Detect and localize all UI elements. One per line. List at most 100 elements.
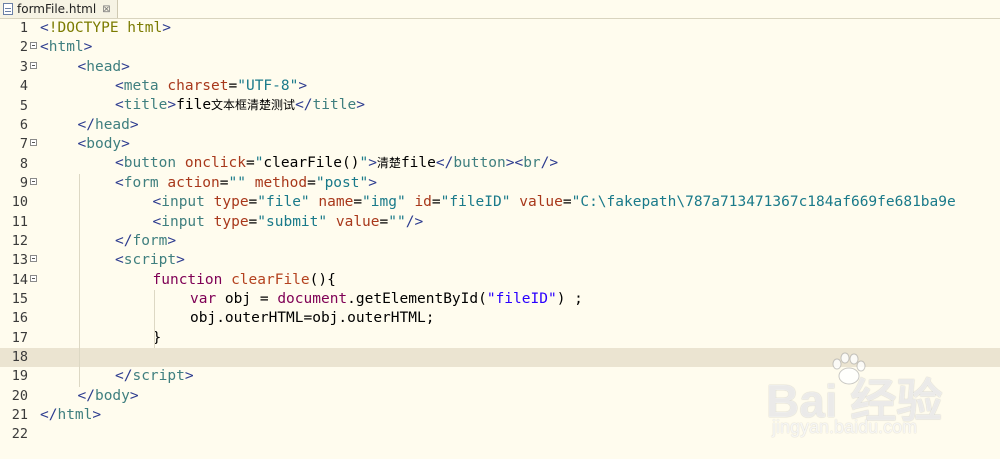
- code-token: =: [219, 174, 229, 191]
- code-editor[interactable]: 1 < !DOCTYPE html >2 < html >3 < head >4 < meta cha…: [0, 19, 1000, 459]
- code-token: >: [368, 155, 377, 172]
- code-token: <: [40, 39, 49, 56]
- line-number: 3: [19, 58, 28, 75]
- code-line[interactable]: 10 < input type = "file" name = "img" id = "file…: [0, 193, 1000, 212]
- fold-toggle-icon[interactable]: [30, 274, 37, 282]
- code-line[interactable]: 1 < !DOCTYPE html >: [0, 19, 1000, 38]
- code-token: title: [123, 97, 168, 114]
- code-line[interactable]: 14 function clearFile(){: [0, 271, 1000, 290]
- fold-toggle-icon[interactable]: [30, 177, 37, 185]
- code-line[interactable]: 11 < input type = "submit" value = ""/>: [0, 213, 1000, 232]
- code-token: ": [359, 155, 369, 172]
- code-token: var: [190, 290, 225, 307]
- code-line[interactable]: 20 </body >: [0, 387, 1000, 406]
- code-token: <: [77, 58, 87, 75]
- code-token: />: [540, 155, 559, 172]
- code-line[interactable]: 12 </form >: [0, 232, 1000, 251]
- code-token: </: [115, 368, 133, 385]
- code-token: onclick: [184, 155, 246, 172]
- code-token: head: [94, 116, 130, 133]
- code-line[interactable]: 22: [0, 425, 1000, 444]
- code-token: "img": [362, 194, 415, 211]
- code-token: input: [161, 194, 214, 211]
- code-line[interactable]: 7 < body >: [0, 135, 1000, 154]
- code-line[interactable]: 9 < form action = "" method = "post" >: [0, 174, 1000, 193]
- code-token: </: [295, 97, 313, 114]
- code-token: value: [519, 194, 563, 211]
- code-token: form: [132, 232, 168, 249]
- line-number: 19: [11, 368, 28, 385]
- code-line[interactable]: 21 </html >: [0, 406, 1000, 425]
- code-token: type: [213, 213, 249, 230]
- code-token: charset: [167, 78, 229, 95]
- code-token: <: [77, 136, 87, 153]
- fold-toggle-icon[interactable]: [30, 61, 37, 69]
- code-token: "fileID": [440, 194, 520, 211]
- code-token: file: [176, 97, 212, 114]
- editor-tab-bar: formFile.html ⊠: [0, 0, 1000, 19]
- code-line[interactable]: 15 var obj = document. getElementById("fil…: [0, 290, 1000, 309]
- indent-guide: [78, 173, 80, 387]
- code-token: >: [162, 20, 171, 36]
- code-line[interactable]: 5 < title > file 文本框清楚测试 </title >: [0, 96, 1000, 115]
- line-number: 13: [11, 252, 28, 269]
- code-token: obj =: [224, 290, 278, 307]
- tab-formfile[interactable]: formFile.html ⊠: [0, 0, 118, 18]
- code-line[interactable]: 18: [0, 347, 1000, 368]
- code-token: >: [129, 387, 139, 404]
- code-token: =: [431, 194, 441, 211]
- code-token: 文本框清楚测试: [211, 98, 296, 113]
- code-token: >: [83, 39, 93, 56]
- code-token: body: [94, 387, 130, 404]
- line-number: 6: [19, 116, 28, 133]
- code-token: <: [115, 78, 124, 95]
- code-token: </: [77, 116, 95, 133]
- code-line[interactable]: 6 </head >: [0, 116, 1000, 135]
- code-token: <: [152, 194, 162, 211]
- line-number: 5: [19, 97, 28, 114]
- code-token: body: [86, 136, 122, 153]
- code-token: >: [167, 232, 177, 249]
- code-token: obj.outerHTML=obj.outerHTML;: [190, 310, 435, 327]
- code-token: id: [414, 194, 432, 211]
- code-line[interactable]: 19 </script >: [0, 367, 1000, 386]
- code-content: </head >: [78, 116, 139, 135]
- code-token: =: [307, 174, 316, 191]
- fold-toggle-icon[interactable]: [30, 42, 37, 50]
- code-line[interactable]: 2 < html >: [0, 38, 1000, 57]
- code-token: head: [86, 58, 122, 75]
- code-content: < html >: [40, 38, 92, 57]
- code-token: clearFile(): [263, 155, 360, 172]
- fold-toggle-icon[interactable]: [30, 139, 37, 147]
- code-content: < title > file 文本框清楚测试 </title >: [115, 96, 365, 115]
- code-token: button: [123, 155, 185, 172]
- line-number: 21: [11, 407, 28, 424]
- code-content: </html >: [40, 406, 101, 425]
- close-icon[interactable]: ⊠: [102, 4, 110, 15]
- code-token: </: [115, 232, 133, 249]
- line-number: 7: [19, 136, 28, 153]
- code-token: >: [121, 136, 130, 153]
- code-token: "": [228, 174, 255, 191]
- code-token: >: [92, 407, 102, 423]
- code-line[interactable]: 8 < button onclick = " clearFile() " > 清楚 file </b…: [0, 154, 1000, 173]
- code-token: >: [184, 368, 194, 385]
- line-number: 11: [11, 213, 28, 230]
- code-content: function clearFile(){: [153, 271, 336, 290]
- code-line[interactable]: 4 < meta charset = "UTF-8" >: [0, 77, 1000, 96]
- code-line[interactable]: 13 < script >: [0, 251, 1000, 270]
- code-token: type: [213, 194, 249, 211]
- line-number: 12: [11, 232, 28, 249]
- code-token: script: [132, 368, 185, 385]
- fold-toggle-icon[interactable]: [30, 255, 37, 263]
- code-token: "fileID": [486, 290, 557, 307]
- code-content: < input type = "file" name = "img" id = "fileID…: [153, 193, 956, 212]
- code-line[interactable]: 3 < head >: [0, 58, 1000, 77]
- code-token: <: [115, 97, 124, 114]
- code-token: =: [353, 194, 363, 211]
- code-line[interactable]: 17}: [0, 329, 1000, 348]
- tab-title: formFile.html: [17, 2, 97, 16]
- code-token: =: [248, 194, 258, 211]
- code-token: (){: [309, 271, 336, 288]
- code-line[interactable]: 16 obj.outerHTML=obj.outerHTML;: [0, 309, 1000, 328]
